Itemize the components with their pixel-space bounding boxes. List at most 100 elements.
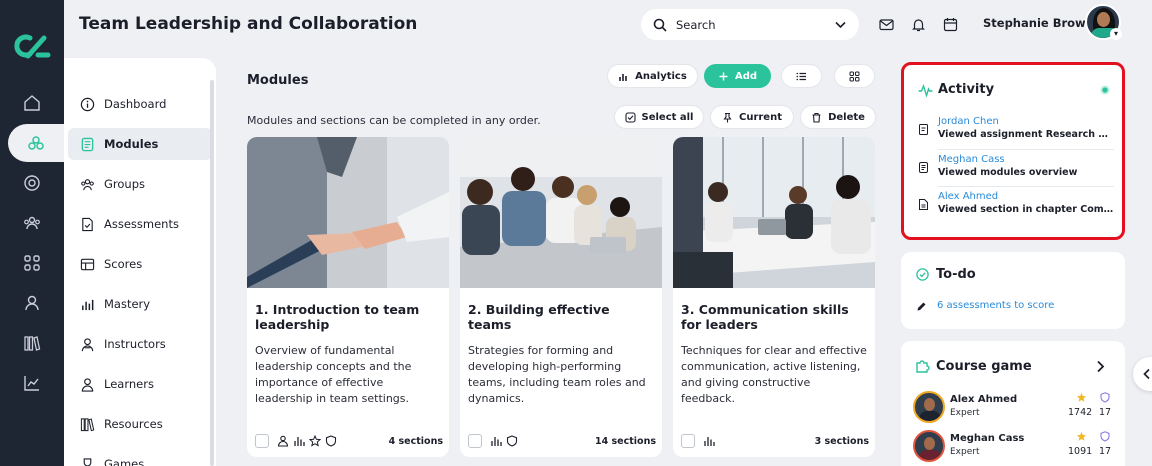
nav-item-modules[interactable]: Modules: [68, 128, 212, 160]
module-description: Strategies for forming and developing hi…: [468, 344, 646, 405]
nav-item-assessments[interactable]: Assessments: [68, 208, 212, 240]
activity-item[interactable]: Meghan Cass Viewed modules overview: [918, 154, 1114, 190]
nav-item-instructors[interactable]: Instructors: [68, 328, 212, 360]
chevron-down-icon[interactable]: [834, 18, 847, 31]
module-checkbox[interactable]: [468, 434, 482, 448]
current-button[interactable]: Current: [710, 105, 794, 129]
pin-icon: [723, 112, 732, 122]
collapse-panel-button[interactable]: [1133, 357, 1152, 391]
nav-label: Learners: [104, 377, 154, 391]
chevron-down-icon[interactable]: ▾: [1110, 28, 1122, 40]
section-title: Modules: [247, 73, 309, 88]
nav-label: Groups: [104, 177, 146, 191]
nav-item-mastery[interactable]: Mastery: [68, 288, 212, 320]
section-count: 14 sections: [595, 435, 656, 447]
select-all-label: Select all: [641, 111, 694, 123]
todo-link[interactable]: 6 assessments to score: [937, 300, 1054, 311]
activity-item[interactable]: Alex Ahmed Viewed section in chapter Com…: [918, 191, 1114, 227]
rail-courses-icon[interactable]: [8, 124, 64, 162]
module-title[interactable]: 2. Building effective teams: [468, 302, 656, 332]
nav-item-games[interactable]: Games: [68, 448, 212, 466]
rail-grid-icon[interactable]: [0, 244, 64, 282]
nav-item-scores[interactable]: Scores: [68, 248, 212, 280]
activity-user[interactable]: Jordan Chen: [938, 116, 999, 127]
module-title[interactable]: 1. Introduction to team leadership: [255, 302, 443, 332]
document-icon: [919, 199, 928, 210]
icon-rail: [0, 0, 64, 466]
module-card-1[interactable]: 1. Introduction to team leadership Overv…: [247, 137, 449, 457]
rail-people-icon[interactable]: [0, 204, 64, 242]
trash-icon: [812, 112, 821, 123]
mail-icon[interactable]: [879, 17, 894, 32]
grid-view-button[interactable]: [834, 64, 875, 88]
book-icon: [81, 137, 94, 151]
bell-icon[interactable]: [911, 17, 926, 32]
activity-user[interactable]: Alex Ahmed: [938, 191, 998, 202]
leaderboard-row[interactable]: Meghan Cass Expert 1091 17: [913, 430, 1115, 464]
avatar: [913, 391, 945, 423]
user-name[interactable]: Stephanie Brown: [983, 16, 1094, 30]
modules-subtitle: Modules and sections can be completed in…: [247, 114, 541, 127]
analytics-button[interactable]: Analytics: [607, 64, 698, 88]
module-description: Techniques for clear and effective commu…: [681, 344, 867, 405]
team-meeting-image: [460, 137, 662, 288]
rail-home-icon[interactable]: [0, 84, 64, 122]
bar-chart-icon: [619, 73, 627, 81]
rail-user-icon[interactable]: [0, 284, 64, 322]
puzzle-icon: [916, 360, 930, 373]
todo-title: To-do: [936, 267, 976, 282]
nav-item-learners[interactable]: Learners: [68, 368, 212, 400]
nav-label: Dashboard: [104, 97, 167, 111]
checkbox-icon: [624, 111, 636, 123]
grid-icon: [849, 71, 860, 81]
nav-item-resources[interactable]: Resources: [68, 408, 212, 440]
file-check-icon: [82, 217, 93, 231]
nav-label: Modules: [104, 137, 159, 151]
activity-action: Viewed modules overview: [938, 167, 1078, 178]
module-checkbox[interactable]: [681, 434, 695, 448]
select-all-button[interactable]: Select all: [614, 105, 704, 129]
bar-chart-icon: [294, 437, 305, 446]
rail-analytics-icon[interactable]: [0, 364, 64, 402]
module-card-3[interactable]: 3. Communication skills for leaders Tech…: [673, 137, 875, 457]
chevron-right-icon[interactable]: [1094, 360, 1106, 373]
shield-icon: [1100, 392, 1110, 403]
trophy-icon: [83, 457, 92, 466]
nav-item-dashboard[interactable]: Dashboard: [68, 88, 212, 120]
module-title[interactable]: 3. Communication skills for leaders: [681, 302, 869, 332]
player-level-label: Expert: [950, 408, 980, 418]
nav-item-groups[interactable]: Groups: [68, 168, 212, 200]
add-button[interactable]: Add: [704, 64, 771, 88]
person-icon: [277, 435, 289, 447]
delete-button[interactable]: Delete: [800, 105, 876, 129]
nav-label: Instructors: [104, 337, 166, 351]
nav-label: Games: [104, 457, 145, 466]
rail-target-icon[interactable]: [0, 164, 64, 202]
app-logo-icon[interactable]: [12, 30, 52, 62]
activity-item[interactable]: Jordan Chen Viewed assignment Research m…: [918, 116, 1114, 152]
rail-library-icon[interactable]: [0, 324, 64, 362]
module-card-2[interactable]: 2. Building effective teams Strategies f…: [460, 137, 662, 457]
leaderboard-row[interactable]: Alex Ahmed Expert 1742 17: [913, 391, 1115, 425]
search-input[interactable]: Search: [641, 9, 859, 40]
pencil-icon: [917, 302, 926, 311]
module-footer: 3 sections: [681, 433, 869, 449]
star-icon: [1076, 431, 1087, 441]
plus-icon: [719, 72, 728, 80]
module-icon: [919, 162, 928, 173]
shield-icon: [325, 435, 337, 447]
nav-label: Resources: [104, 417, 163, 431]
list-icon: [796, 72, 806, 80]
player-name: Meghan Cass: [950, 433, 1025, 444]
calendar-icon[interactable]: [943, 17, 958, 32]
activity-user[interactable]: Meghan Cass: [938, 154, 1005, 165]
list-view-button[interactable]: [781, 64, 822, 88]
search-placeholder: Search: [676, 17, 716, 32]
page-title: Team Leadership and Collaboration: [79, 14, 418, 34]
module-checkbox[interactable]: [255, 434, 269, 448]
info-circle-icon: [80, 97, 95, 111]
activity-title: Activity: [938, 82, 995, 97]
sidenav-scrollbar[interactable]: [210, 80, 214, 466]
bar-chart-icon: [704, 437, 715, 446]
shield-icon: [1100, 431, 1110, 442]
